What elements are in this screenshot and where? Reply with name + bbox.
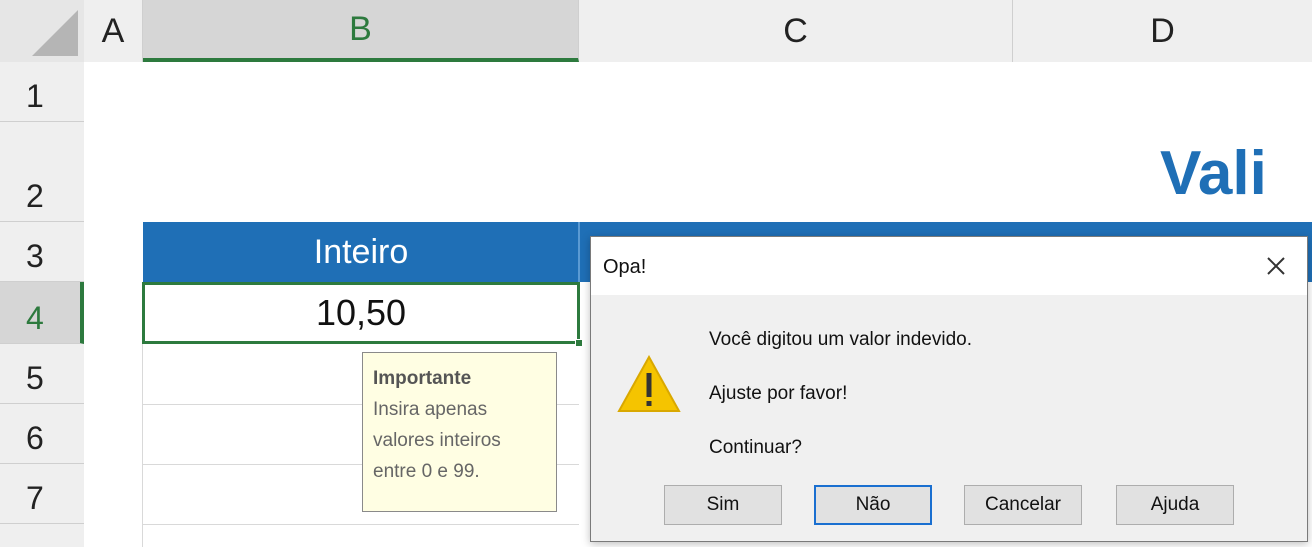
tooltip-line: Insira apenas [373,399,488,420]
row-header-6[interactable]: 6 [0,404,84,464]
gridline [142,344,143,547]
ajuda-button[interactable]: Ajuda [1116,485,1234,525]
row-header-4[interactable]: 4 [0,282,84,344]
fill-handle[interactable] [575,339,583,347]
tooltip-title: Importante [373,368,472,389]
input-message-tooltip: Importante Insira apenas valores inteiro… [362,352,557,512]
row-header-5[interactable]: 5 [0,344,84,404]
header-cell-inteiro[interactable]: Inteiro [143,222,579,282]
tooltip-line: valores inteiros [373,430,501,451]
column-header-a[interactable]: A [84,0,143,62]
row-header-1[interactable]: 1 [0,62,84,122]
warning-icon [617,354,681,413]
gridline [143,524,579,525]
dialog-title: Opa! [603,256,647,278]
dialog-message-3: Continuar? [709,437,802,458]
row-header-3[interactable]: 3 [0,222,84,282]
close-x-icon [1267,257,1285,275]
sheet-title: Vali [1160,139,1267,208]
select-all-triangle-icon [32,10,78,56]
column-header-b[interactable]: B [143,0,579,62]
dialog-titlebar[interactable] [591,237,1307,295]
validation-error-dialog: Opa! Você digitou um valor indevido. Aju… [590,236,1308,542]
row-header-partial [0,524,84,547]
sim-button[interactable]: Sim [664,485,782,525]
dialog-message-2: Ajuste por favor! [709,383,848,404]
column-header-d[interactable]: D [1013,0,1312,62]
row-header-7[interactable]: 7 [0,464,84,524]
column-header-c[interactable]: C [579,0,1013,62]
nao-button[interactable]: Não [814,485,932,525]
dialog-message-1: Você digitou um valor indevido. [709,329,972,350]
row-header-2[interactable]: 2 [0,122,84,222]
active-cell-b4[interactable]: 10,50 [142,282,580,344]
tooltip-line: entre 0 e 99. [373,461,480,482]
close-icon[interactable] [1259,249,1293,283]
select-all-corner[interactable] [0,0,84,62]
cancelar-button[interactable]: Cancelar [964,485,1082,525]
